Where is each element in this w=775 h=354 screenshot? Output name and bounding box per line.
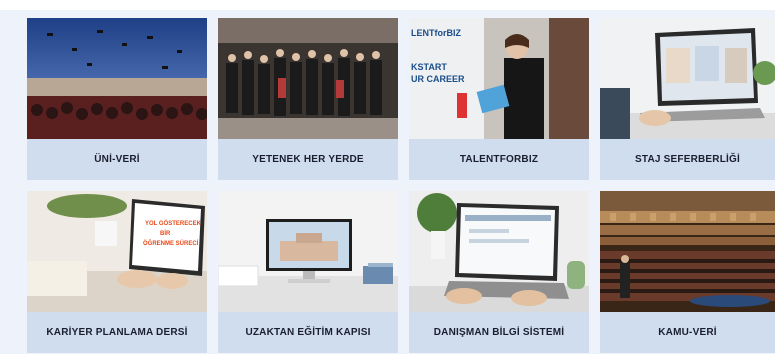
- card-danisman-bilgi-sistemi[interactable]: DANIŞMAN BİLGİ SİSTEMİ: [409, 191, 589, 353]
- card-label: UZAKTAN EĞİTİM KAPISI: [245, 327, 371, 338]
- graduation-photo: [27, 18, 207, 139]
- card-staj-seferberligi[interactable]: STAJ SEFERBERLİĞİ: [600, 18, 775, 180]
- card-label: STAJ SEFERBERLİĞİ: [635, 154, 740, 165]
- card-label: ÜNİ-VERİ: [94, 154, 140, 165]
- card-label: DANIŞMAN BİLGİ SİSTEMİ: [433, 327, 565, 338]
- banner-line: LENTforBIZ: [411, 28, 461, 38]
- card-uzaktan-egitim-kapisi[interactable]: UZAKTAN EĞİTİM KAPISI: [218, 191, 398, 353]
- banner-line: UR CAREER: [411, 74, 465, 84]
- card-label: KAMU-VERİ: [658, 327, 717, 338]
- monitor-building-photo: [218, 191, 398, 312]
- card-yetenek-her-yerde[interactable]: YETENEK HER YERDE: [218, 18, 398, 180]
- card-kamu-veri[interactable]: KAMU-VERİ: [600, 191, 775, 353]
- card-label: TALENTFORBIZ: [459, 154, 539, 165]
- group-photo: [218, 18, 398, 139]
- laptop-plant-photo: [409, 191, 589, 312]
- screen-line: YOL GÖSTERECEK: [145, 220, 202, 227]
- card-kariyer-planlama-dersi[interactable]: YOL GÖSTERECEK BİR ÖĞRENME SÜRECİ KARİYE…: [27, 191, 207, 353]
- brochure-photo: LENTforBIZ KSTART UR CAREER: [409, 18, 589, 139]
- banner-line: KSTART: [411, 62, 447, 72]
- program-card-grid: ÜNİ-VERİ YETENEK HER YERDE LENTforBIZ KS…: [0, 0, 775, 354]
- card-label: KARİYER PLANLAMA DERSİ: [46, 327, 188, 338]
- concert-hall-photo: [600, 191, 775, 312]
- screen-line: ÖĞRENME SÜRECİ: [143, 239, 199, 247]
- card-talentforbiz[interactable]: LENTforBIZ KSTART UR CAREER TALENTFORBIZ: [409, 18, 589, 180]
- card-uni-veri[interactable]: ÜNİ-VERİ: [27, 18, 207, 180]
- screen-line: BİR: [160, 230, 171, 237]
- laptop-video-call-photo: [600, 18, 775, 139]
- laptop-desk-photo: YOL GÖSTERECEK BİR ÖĞRENME SÜRECİ: [27, 191, 207, 312]
- card-label: YETENEK HER YERDE: [252, 154, 364, 165]
